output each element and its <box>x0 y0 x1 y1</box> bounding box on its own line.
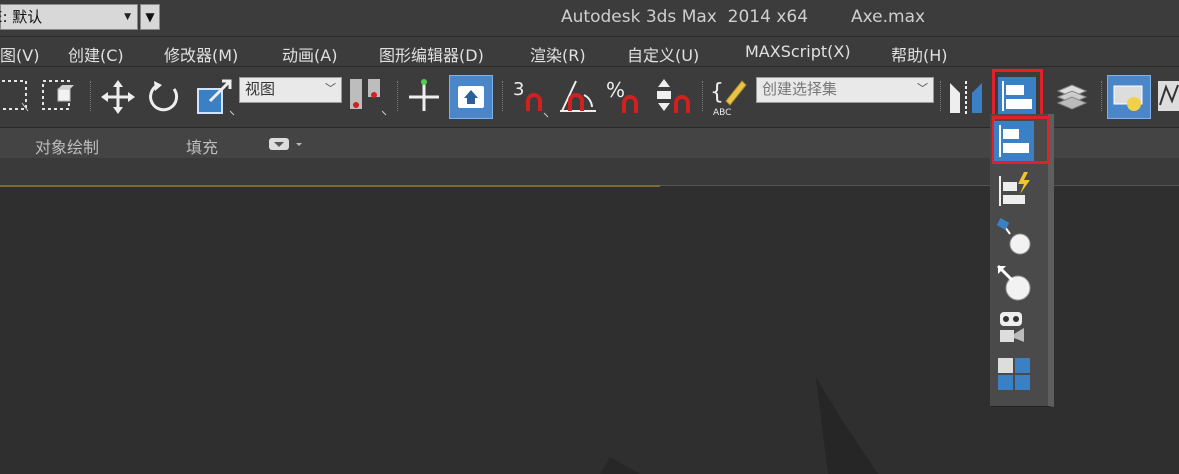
keyboard-shortcut-override-button[interactable] <box>449 75 493 119</box>
align-button[interactable] <box>996 75 1038 117</box>
edit-named-selection-icon[interactable]: { ABC <box>710 75 752 119</box>
workspace-dropdown[interactable]: E: 默认 ▼ <box>0 4 138 30</box>
menu-item-graph-editors[interactable]: 图形编辑器(D) <box>379 42 484 66</box>
place-highlight-icon[interactable] <box>994 262 1034 302</box>
menu-item-help[interactable]: 帮助(H) <box>891 42 948 66</box>
menu-item-views[interactable]: 图(V) <box>0 42 39 66</box>
layer-manager-icon[interactable] <box>1052 77 1092 117</box>
mirror-icon[interactable] <box>946 77 986 119</box>
menu-item-create[interactable]: 创建(C) <box>68 42 124 66</box>
normal-align-icon[interactable] <box>994 216 1034 256</box>
ribbon-toggle-icon[interactable] <box>268 136 308 152</box>
tab-populate[interactable]: 填充 <box>186 134 218 158</box>
file-name: Axe.max <box>851 7 926 27</box>
menu-item-maxscript[interactable]: MAXScript(X) <box>745 42 851 61</box>
menu-item-customize[interactable]: 自定义(U) <box>627 42 699 66</box>
tab-object-paint[interactable]: 对象绘制 <box>35 134 99 158</box>
rotate-icon[interactable] <box>146 79 182 115</box>
snap-label: 3 <box>513 79 524 100</box>
scale-icon[interactable] <box>196 77 236 117</box>
align-flyout <box>990 114 1054 407</box>
toggle-scene-explorer-button[interactable] <box>1107 75 1151 119</box>
menu-item-rendering[interactable]: 渲染(R) <box>530 42 586 66</box>
workspace-label: E: 默认 <box>0 8 43 26</box>
scene-explorer-icon <box>1113 85 1143 111</box>
divider <box>660 185 1179 186</box>
menu-bar: 图(V) 创建(C) 修改器(M) 动画(A) 图形编辑器(D) 渲染(R) 自… <box>0 36 1179 67</box>
snaps-toggle-icon[interactable]: 3 <box>510 75 552 119</box>
move-icon[interactable] <box>100 79 136 115</box>
reference-coord-value: 视图 <box>245 80 276 98</box>
named-sets-label: ABC <box>713 108 731 118</box>
align-camera-icon[interactable] <box>994 308 1034 348</box>
workspace-menu-button[interactable]: ▼ <box>140 4 160 30</box>
curve-editor-icon[interactable] <box>1156 77 1179 117</box>
chevron-down-icon: ﹀ <box>917 82 928 95</box>
menu-item-animation[interactable]: 动画(A) <box>282 42 337 66</box>
spinner-snap-icon[interactable] <box>652 75 696 119</box>
align-to-view-icon[interactable] <box>994 354 1034 394</box>
svg-text:{: { <box>710 80 724 105</box>
chevron-down-icon: ▼ <box>124 12 131 22</box>
rect-select-region-icon[interactable] <box>0 79 32 113</box>
chevron-down-icon: ﹀ <box>325 82 336 95</box>
percent-snap-label: % <box>606 78 625 102</box>
named-selection-placeholder: 创建选择集 <box>762 80 838 98</box>
window-crossing-icon[interactable] <box>42 79 78 113</box>
keyboard-override-icon <box>458 86 484 108</box>
angle-snap-icon[interactable] <box>556 75 600 119</box>
percent-snap-icon[interactable]: % <box>604 75 648 119</box>
use-pivot-center-icon[interactable] <box>346 77 390 117</box>
named-selection-sets-dropdown[interactable]: 创建选择集 ﹀ <box>756 77 934 103</box>
reference-coord-dropdown[interactable]: 视图 ﹀ <box>239 77 342 103</box>
menu-item-modifiers[interactable]: 修改器(M) <box>164 42 238 66</box>
app-title: Autodesk 3ds Max 2014 x64 <box>561 7 809 27</box>
title-bar: E: 默认 ▼ ▼ Autodesk 3ds Max 2014 x64 Axe.… <box>0 0 1179 36</box>
select-manipulate-icon[interactable] <box>405 77 443 117</box>
align-icon[interactable] <box>994 121 1034 161</box>
quick-align-icon[interactable] <box>994 170 1034 210</box>
